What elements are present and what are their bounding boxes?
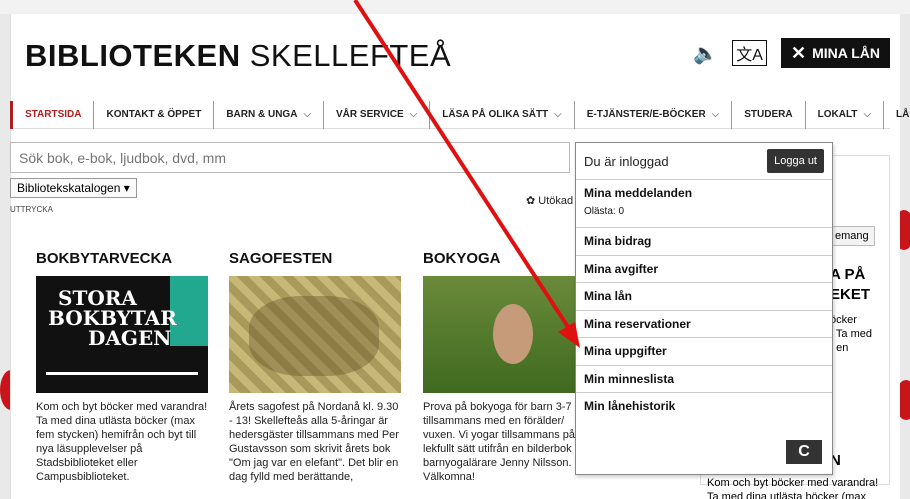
card-text: Årets sagofest på Nordanå kl. 9.30 - 13!… [229, 401, 399, 483]
unread-count: Olästa: 0 [584, 206, 625, 217]
card-title: BOKBYTARVECKA [36, 250, 173, 267]
menu-item-meddelanden[interactable]: Mina meddelanden Olästa: 0 [576, 180, 832, 228]
nav-item-studera[interactable]: STUDERA [731, 100, 804, 129]
nav-label: LÄSA PÅ OLIKA SÄTT [442, 109, 549, 120]
main-nav: STARTSIDA KONTAKT & ÖPPET BARN & UNGA ⌵ V… [10, 100, 910, 129]
search-input[interactable] [10, 142, 570, 173]
nav-item-lasa[interactable]: LÄSA PÅ OLIKA SÄTT ⌵ [429, 100, 574, 129]
refresh-button[interactable]: C [786, 440, 822, 464]
news-card-bokyoga[interactable]: BOKYOGA Prova på bokyoga för barn 3-7 år… [423, 250, 598, 484]
refresh-icon: C [798, 443, 810, 460]
menu-item-uppgifter[interactable]: Mina uppgifter [576, 338, 832, 366]
mina-lan-label: MINA LÅN [812, 45, 880, 61]
chevron-down-icon: ⌵ [863, 109, 872, 120]
news-card-bokbytarvecka[interactable]: BOKBYTARVECKA STORA BOKBYTAR DAGEN Kom o… [36, 250, 211, 484]
chevron-down-icon: ⌵ [554, 109, 562, 120]
image-decoration [46, 372, 198, 375]
card-title: BOKYOGA [423, 250, 501, 267]
dropdown-header: Du är inloggad Logga ut [576, 143, 832, 180]
nav-label: KONTAKT & ÖPPET [106, 109, 202, 120]
chevron-down-icon: ⌵ [409, 109, 418, 120]
right-heading: A PÅ EKET [830, 266, 871, 303]
meddelanden-label: Mina meddelanden [584, 186, 693, 200]
nav-item-lana-om[interactable]: LÅNA OM [883, 100, 910, 129]
menu-item-avgifter[interactable]: Mina avgifter [576, 256, 832, 283]
side-label: UTTRYCKA [10, 205, 53, 214]
image-text: STORA BOKBYTAR DAGEN [48, 288, 177, 348]
close-icon: ✕ [790, 42, 807, 63]
nav-item-lokalt[interactable]: LOKALT ⌵ [804, 100, 883, 129]
nav-label: BARN & UNGA [226, 109, 298, 120]
logout-button[interactable]: Logga ut [767, 149, 824, 173]
login-status: Du är inloggad [584, 153, 669, 169]
menu-item-lanehistorik[interactable]: Min lånehistorik [576, 393, 832, 421]
image-text-line: STORA [58, 286, 137, 310]
nav-label: E-TJÄNSTER/E-BÖCKER [586, 109, 706, 120]
chevron-down-icon: ⌵ [711, 109, 720, 120]
bokyoga-image[interactable] [423, 276, 595, 393]
nav-item-var-service[interactable]: VÅR SERVICE ⌵ [323, 100, 429, 129]
nav-label: STUDERA [744, 109, 793, 120]
menu-item-lan[interactable]: Mina lån [576, 283, 832, 311]
right-text: öcker . Ta med t en [830, 314, 872, 354]
advanced-search-link[interactable]: ✿ Utökad [526, 194, 573, 207]
card-text: Kom och byt böcker med varandra! Ta med … [36, 401, 208, 483]
left-decoration [0, 14, 10, 499]
nav-item-startsida[interactable]: STARTSIDA [10, 100, 93, 129]
nav-label: STARTSIDA [25, 109, 82, 120]
menu-item-reservationer[interactable]: Mina reservationer [576, 311, 832, 338]
site-logo[interactable]: BIBLIOTEKEN SKELLEFTEÅ [25, 38, 451, 74]
account-dropdown: Du är inloggad Logga ut Mina meddelanden… [575, 142, 833, 475]
card-title: SAGOFESTEN [229, 250, 333, 267]
nav-label: VÅR SERVICE [336, 109, 404, 120]
mina-lan-button[interactable]: ✕ MINA LÅN [780, 38, 890, 68]
top-strip [0, 0, 910, 14]
sagofesten-image[interactable] [229, 276, 401, 393]
menu-item-bidrag[interactable]: Mina bidrag [576, 228, 832, 256]
translate-icon[interactable]: 文A [732, 40, 767, 66]
logo-bold: BIBLIOTEKEN [25, 38, 241, 73]
menu-item-minneslista[interactable]: Min minneslista [576, 366, 832, 393]
chevron-down-icon: ⌵ [303, 109, 312, 120]
tema-tab[interactable]: emang [829, 226, 875, 246]
nav-label: LOKALT [817, 109, 858, 120]
nav-label: LÅNA OM [896, 109, 910, 120]
image-text-line: DAGEN [88, 326, 172, 350]
right-bottom-text: Kom och byt böcker med varandra! Ta med … [707, 477, 879, 499]
speaker-icon[interactable]: 🔈 [693, 41, 718, 66]
nav-item-kontakt[interactable]: KONTAKT & ÖPPET [93, 100, 213, 129]
nav-item-etjanster[interactable]: E-TJÄNSTER/E-BÖCKER ⌵ [573, 100, 732, 129]
right-decoration [900, 14, 910, 499]
news-card-sagofesten[interactable]: SAGOFESTEN Årets sagofest på Nordanå kl.… [229, 250, 404, 484]
bokbytar-image[interactable]: STORA BOKBYTAR DAGEN [36, 276, 208, 393]
nav-item-barn-unga[interactable]: BARN & UNGA ⌵ [213, 100, 323, 129]
logo-light: SKELLEFTEÅ [249, 38, 452, 73]
header-icons: 🔈 文A ✕ MINA LÅN [693, 38, 890, 68]
image-text-line: BOKBYTAR [48, 306, 177, 330]
catalog-select[interactable]: Bibliotekskatalogen ▾ [10, 178, 137, 198]
card-text: Prova på bokyoga för barn 3-7 år tillsam… [423, 401, 597, 483]
